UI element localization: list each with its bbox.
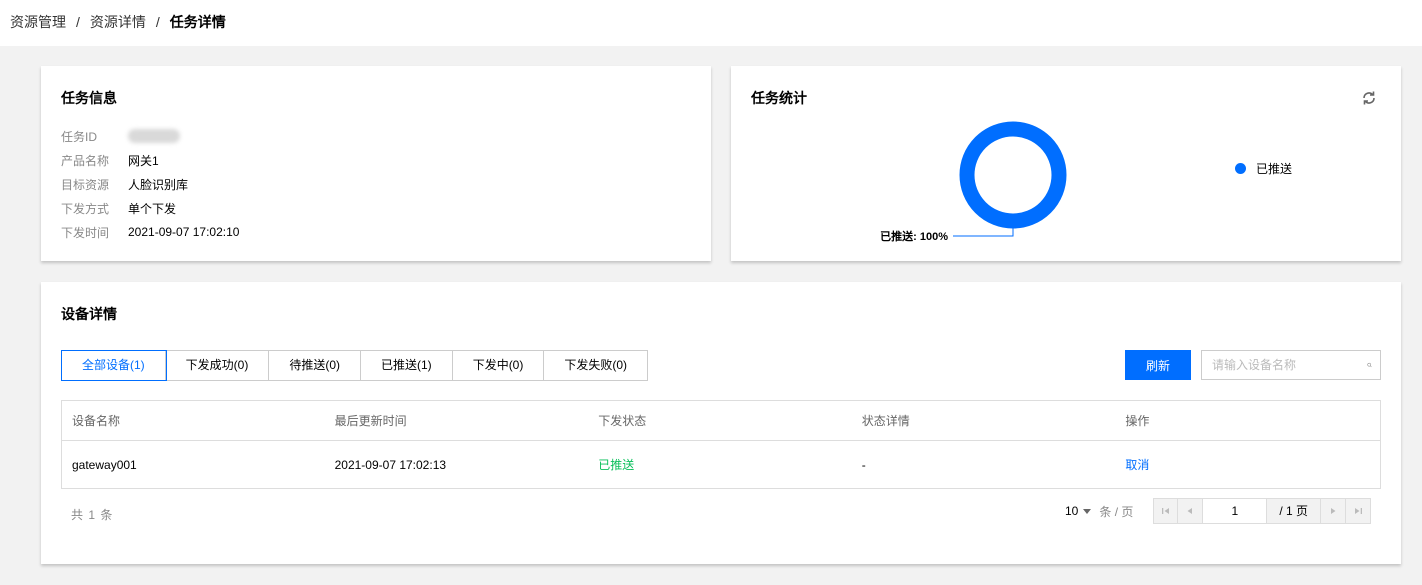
- per-page-label: 条 / 页: [1099, 504, 1134, 519]
- tab-dispatch-success[interactable]: 下发成功(0): [165, 351, 270, 380]
- task-id-value-redacted: [128, 129, 180, 143]
- table-header: 设备名称 最后更新时间 下发状态 状态详情 操作: [62, 401, 1380, 441]
- info-row-dispatch-method: 下发方式 单个下发: [61, 196, 239, 220]
- refresh-button[interactable]: 刷新: [1125, 350, 1191, 380]
- info-row-task-id: 任务ID: [61, 124, 239, 148]
- device-details-title: 设备详情: [61, 306, 117, 322]
- tab-pending-push[interactable]: 待推送(0): [269, 351, 362, 380]
- cell-last-updated: 2021-09-07 17:02:13: [334, 457, 447, 472]
- info-value: 人脸识别库: [128, 177, 189, 192]
- chart-legend: 已推送: [1235, 160, 1292, 177]
- breadcrumb-current: 任务详情: [169, 14, 226, 30]
- info-value: 2021-09-07 17:02:10: [128, 225, 240, 239]
- donut-slice-0: [959, 121, 1067, 229]
- info-label: 下发方式: [61, 201, 110, 216]
- prev-page-icon: [1187, 508, 1193, 514]
- cancel-link[interactable]: 取消: [1125, 458, 1149, 472]
- info-label: 下发时间: [61, 225, 110, 240]
- last-page-icon: [1355, 508, 1363, 514]
- page-number-input[interactable]: [1203, 498, 1268, 524]
- breadcrumb-resource-detail[interactable]: 资源详情: [90, 12, 146, 32]
- column-header-actions: 操作: [1125, 414, 1150, 428]
- task-info-card: 任务信息 任务ID 产品名称 网关1 目标资源 人脸识别库 下发方式 单个下发 …: [41, 66, 711, 261]
- search-input[interactable]: [1202, 351, 1367, 379]
- data-label-leader-line: [953, 228, 1014, 237]
- donut-chart: 已推送: 100%: [880, 121, 1067, 243]
- data-label: 已推送: 100%: [880, 229, 948, 243]
- last-page-button[interactable]: [1346, 498, 1372, 524]
- device-details-card: 设备详情 全部设备(1) 下发成功(0) 待推送(0) 已推送(1) 下发中(0…: [41, 282, 1401, 564]
- first-page-icon: [1161, 508, 1169, 514]
- breadcrumb: 资源管理 / 资源详情 / 任务详情: [10, 12, 226, 32]
- pagination: 10 条 / 页 / 1 页: [1065, 498, 1372, 524]
- column-header-last-updated: 最后更新时间: [334, 414, 407, 428]
- breadcrumb-separator: /: [155, 14, 160, 30]
- chevron-down-icon: [1083, 508, 1092, 514]
- info-row-target-resource: 目标资源 人脸识别库: [61, 172, 239, 196]
- total-count: 共 1 条: [71, 508, 114, 522]
- status-tabs: 全部设备(1) 下发成功(0) 待推送(0) 已推送(1) 下发中(0) 下发失…: [61, 350, 649, 381]
- info-value: 网关1: [128, 153, 159, 168]
- first-page-button[interactable]: [1153, 498, 1179, 524]
- info-row-dispatch-time: 下发时间 2021-09-07 17:02:10: [61, 220, 239, 244]
- next-page-button[interactable]: [1321, 498, 1347, 524]
- search-box: [1201, 350, 1381, 380]
- column-header-dispatch-status: 下发状态: [598, 414, 647, 428]
- table-row: gateway001 2021-09-07 17:02:13 已推送 - 取消: [62, 441, 1380, 488]
- info-label: 产品名称: [61, 153, 110, 168]
- task-stats-card: 任务统计 已推送: 100% 已推送: [731, 66, 1401, 261]
- top-bar: 资源管理 / 资源详情 / 任务详情: [0, 0, 1422, 46]
- info-label: 目标资源: [61, 177, 110, 192]
- tab-all-devices[interactable]: 全部设备(1): [61, 350, 167, 381]
- device-table: 设备名称 最后更新时间 下发状态 状态详情 操作 gateway001 2021…: [61, 400, 1381, 489]
- refresh-icon[interactable]: [1361, 90, 1377, 106]
- column-header-status-detail: 状态详情: [861, 414, 910, 428]
- cell-dispatch-status: 已推送: [598, 458, 635, 472]
- total-pages: / 1 页: [1267, 498, 1322, 524]
- tab-dispatching[interactable]: 下发中(0): [452, 351, 545, 380]
- task-info-title: 任务信息: [61, 90, 117, 106]
- search-icon[interactable]: [1367, 357, 1372, 373]
- tab-dispatch-failed[interactable]: 下发失败(0): [544, 351, 648, 380]
- prev-page-button[interactable]: [1178, 498, 1204, 524]
- info-label: 任务ID: [61, 129, 98, 144]
- page-size-select[interactable]: 10: [1065, 504, 1092, 518]
- cell-status-detail: -: [861, 457, 866, 472]
- breadcrumb-resource-management[interactable]: 资源管理: [10, 12, 66, 32]
- legend-dot: [1235, 163, 1246, 174]
- column-header-device-name: 设备名称: [72, 414, 121, 428]
- next-page-icon: [1331, 508, 1336, 514]
- info-row-product-name: 产品名称 网关1: [61, 148, 239, 172]
- legend-label: 已推送: [1256, 162, 1293, 176]
- page-size-value: 10: [1065, 504, 1079, 518]
- task-info-list: 任务ID 产品名称 网关1 目标资源 人脸识别库 下发方式 单个下发 下发时间 …: [61, 124, 239, 244]
- cell-device-name: gateway001: [72, 457, 137, 472]
- breadcrumb-separator: /: [76, 14, 80, 30]
- info-value: 单个下发: [128, 201, 177, 216]
- tab-pushed[interactable]: 已推送(1): [361, 351, 453, 380]
